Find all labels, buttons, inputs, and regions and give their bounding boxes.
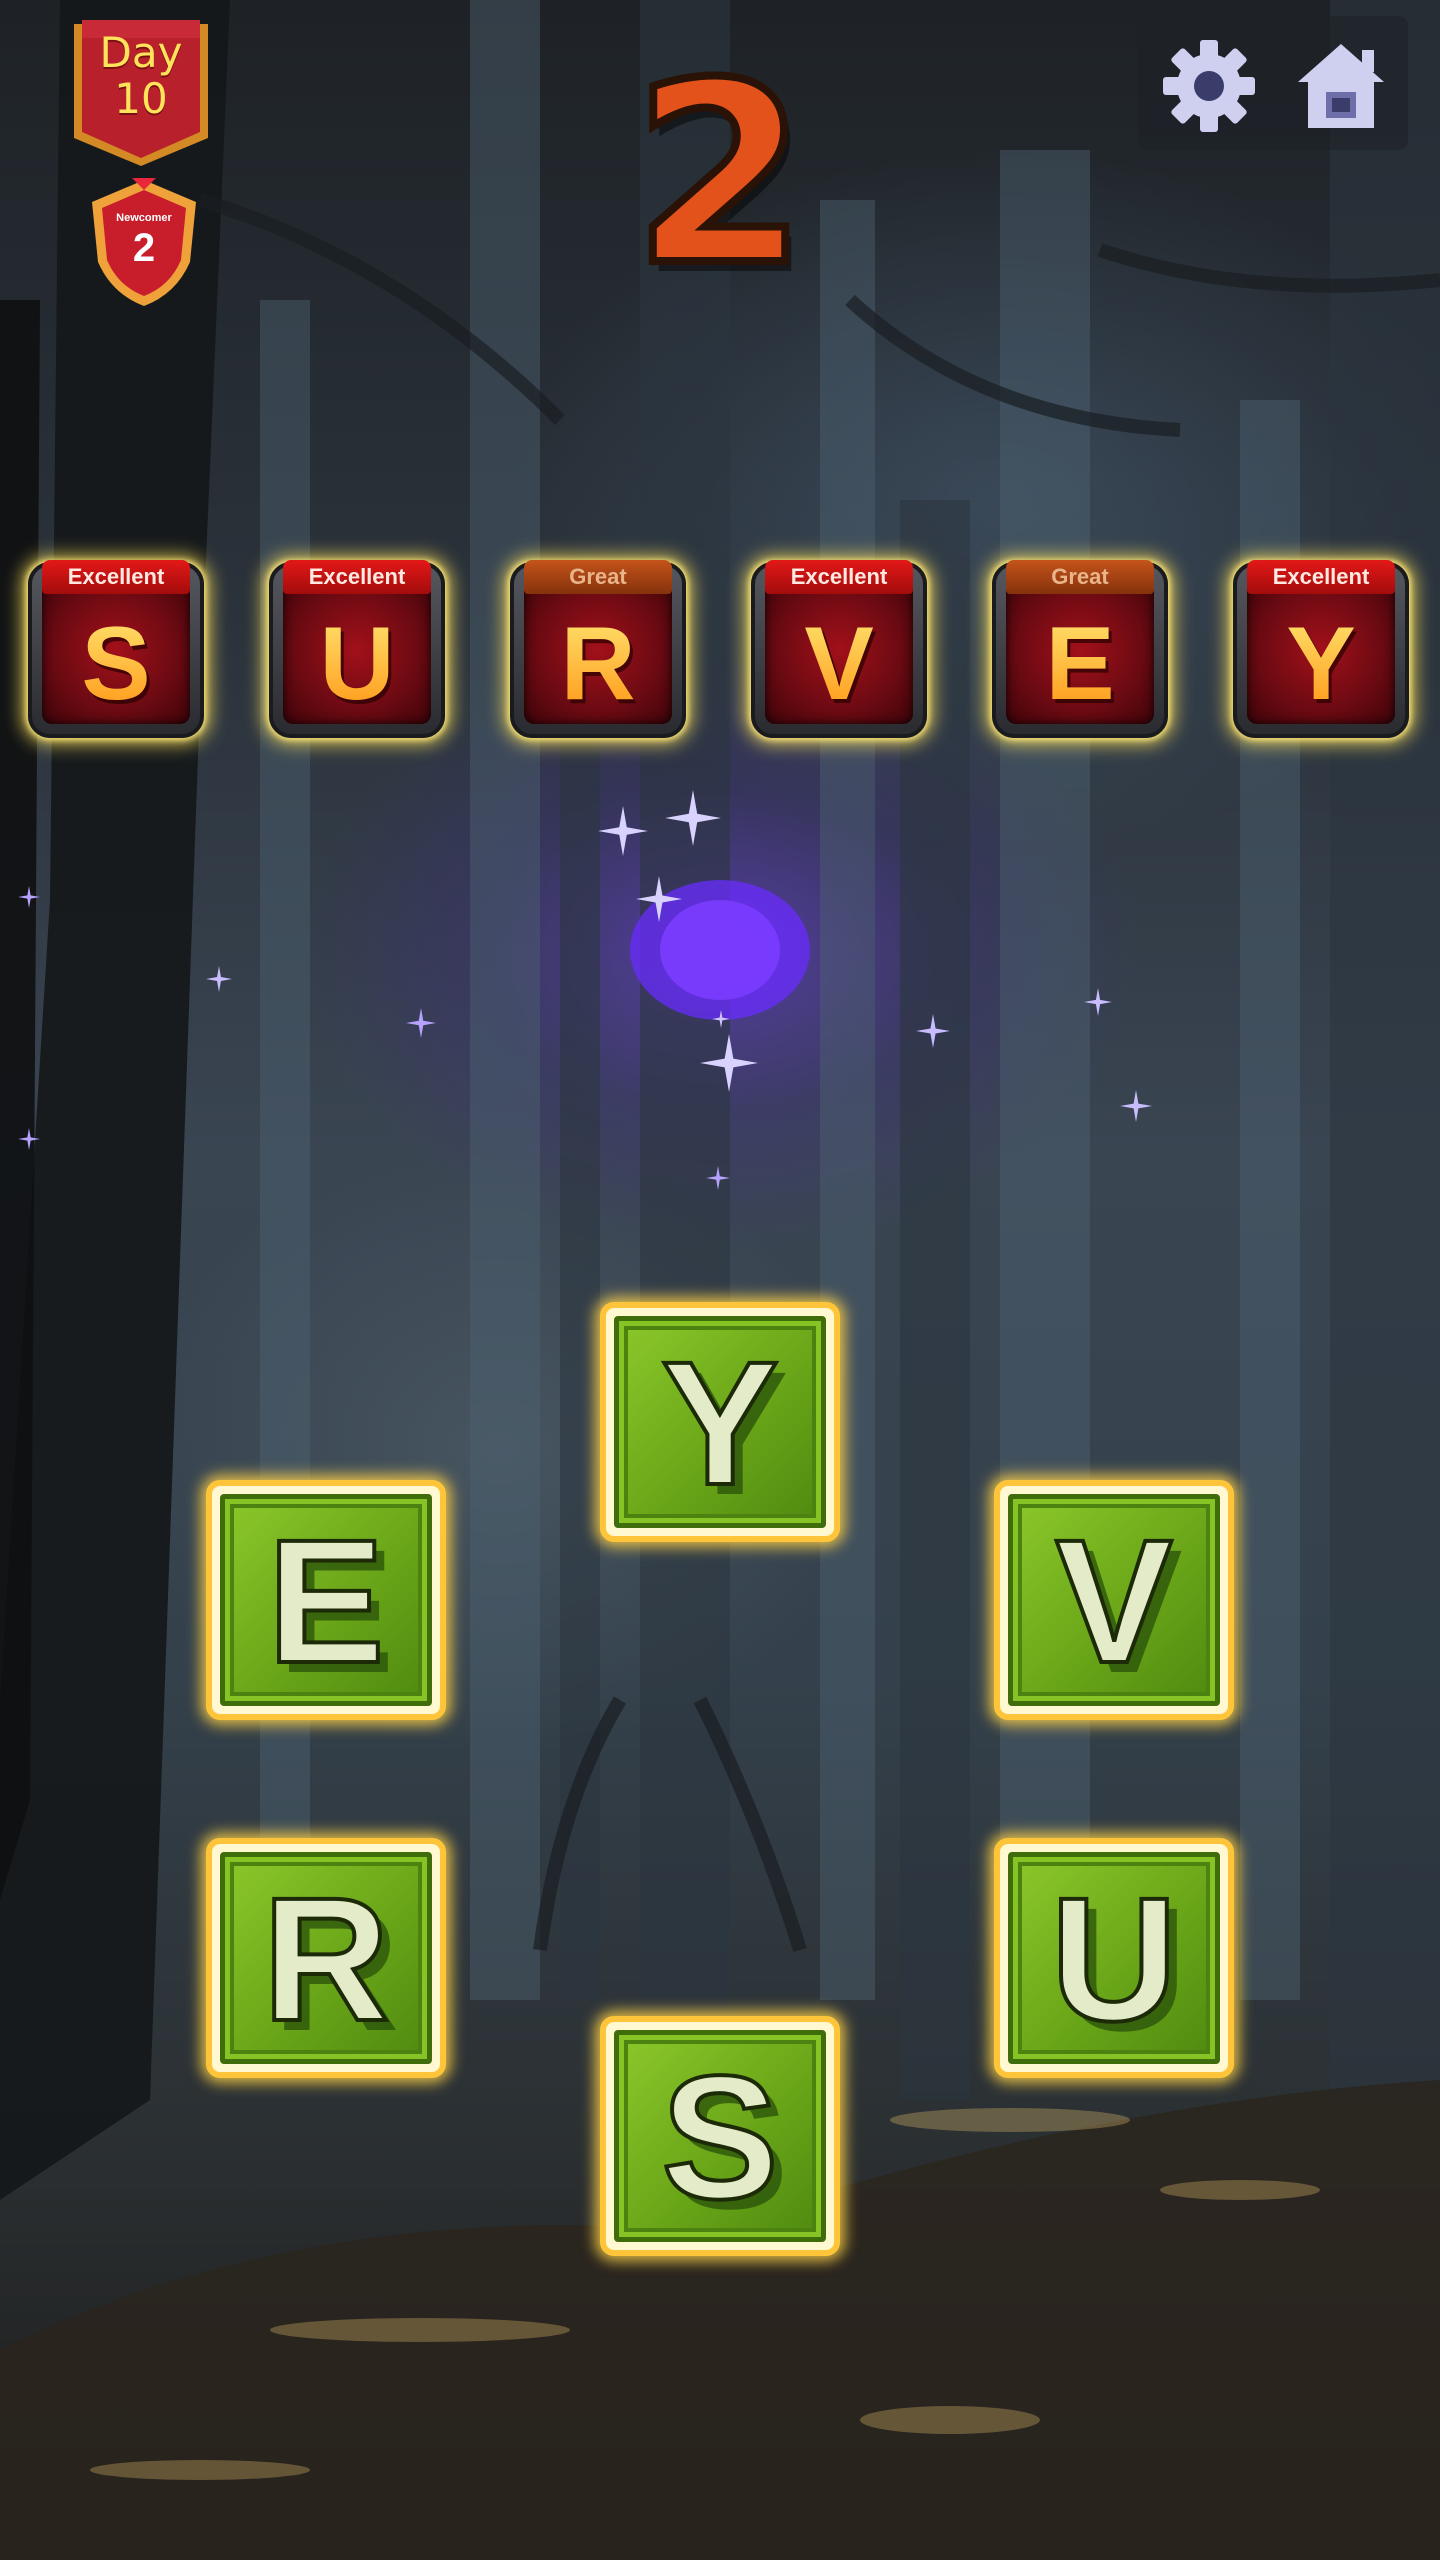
day-number: 10: [114, 74, 168, 123]
answer-letter: E: [992, 604, 1168, 724]
letter-tile-lower-left[interactable]: R: [206, 1838, 446, 2078]
answer-tile: Excellent U: [269, 560, 445, 738]
rating-badge: Excellent: [1247, 560, 1395, 594]
rank-badge: Newcomer 2: [84, 176, 204, 310]
sparkle-icon: [916, 1014, 950, 1048]
tile-letter: R: [260, 1860, 391, 2060]
home-icon: [1298, 44, 1384, 128]
rank-level: 2: [132, 226, 156, 270]
day-label: Day: [99, 28, 183, 77]
gear-icon: [1163, 40, 1255, 132]
top-button-panel: [1138, 16, 1408, 150]
tile-letter: Y: [659, 1324, 780, 1524]
sparkle-icon: [665, 790, 721, 846]
letter-tile-bottom[interactable]: S: [600, 2016, 840, 2256]
sparkle-icon: [706, 1166, 730, 1190]
tile-letter: E: [265, 1502, 386, 1702]
sparkle-icon: [18, 886, 40, 908]
tile-letter: V: [1053, 1502, 1174, 1702]
sparkle-icon: [712, 1010, 730, 1028]
rating-badge: Great: [524, 560, 672, 594]
answer-word-row: Excellent S Excellent U Great R Excellen…: [0, 560, 1440, 752]
tile-letter: S: [659, 2038, 780, 2238]
rating-badge: Excellent: [42, 560, 190, 594]
answer-tile: Great R: [510, 560, 686, 738]
day-banner: Day 10: [66, 18, 216, 168]
sparkle-icon: [18, 1128, 40, 1150]
answer-tile: Excellent Y: [1233, 560, 1409, 738]
tile-letter: U: [1048, 1860, 1179, 2060]
rating-badge: Excellent: [765, 560, 913, 594]
answer-tile: Great E: [992, 560, 1168, 738]
sparkle-icon: [406, 1008, 436, 1038]
letter-tile-lower-right[interactable]: U: [994, 1838, 1234, 2078]
answer-tile: Excellent V: [751, 560, 927, 738]
home-button[interactable]: [1286, 36, 1396, 136]
sparkle-icon: [1084, 988, 1112, 1016]
score-counter: 2: [629, 29, 811, 320]
letter-tile-upper-left[interactable]: E: [206, 1480, 446, 1720]
sparkle-icon: [1120, 1090, 1152, 1122]
sparkle-icon: [598, 806, 648, 856]
answer-tile: Excellent S: [28, 560, 204, 738]
rating-badge: Excellent: [283, 560, 431, 594]
answer-letter: S: [28, 604, 204, 724]
sparkle-icon: [700, 1034, 758, 1092]
sparkle-icon: [636, 876, 682, 922]
answer-letter: Y: [1233, 604, 1409, 724]
answer-letter: V: [751, 604, 927, 724]
letter-tile-upper-right[interactable]: V: [994, 1480, 1234, 1720]
rank-title: Newcomer: [116, 212, 172, 224]
letter-tile-top[interactable]: Y: [600, 1302, 840, 1542]
settings-button[interactable]: [1154, 36, 1264, 136]
answer-letter: R: [510, 604, 686, 724]
answer-letter: U: [269, 604, 445, 724]
sparkle-icon: [206, 966, 232, 992]
rating-badge: Great: [1006, 560, 1154, 594]
